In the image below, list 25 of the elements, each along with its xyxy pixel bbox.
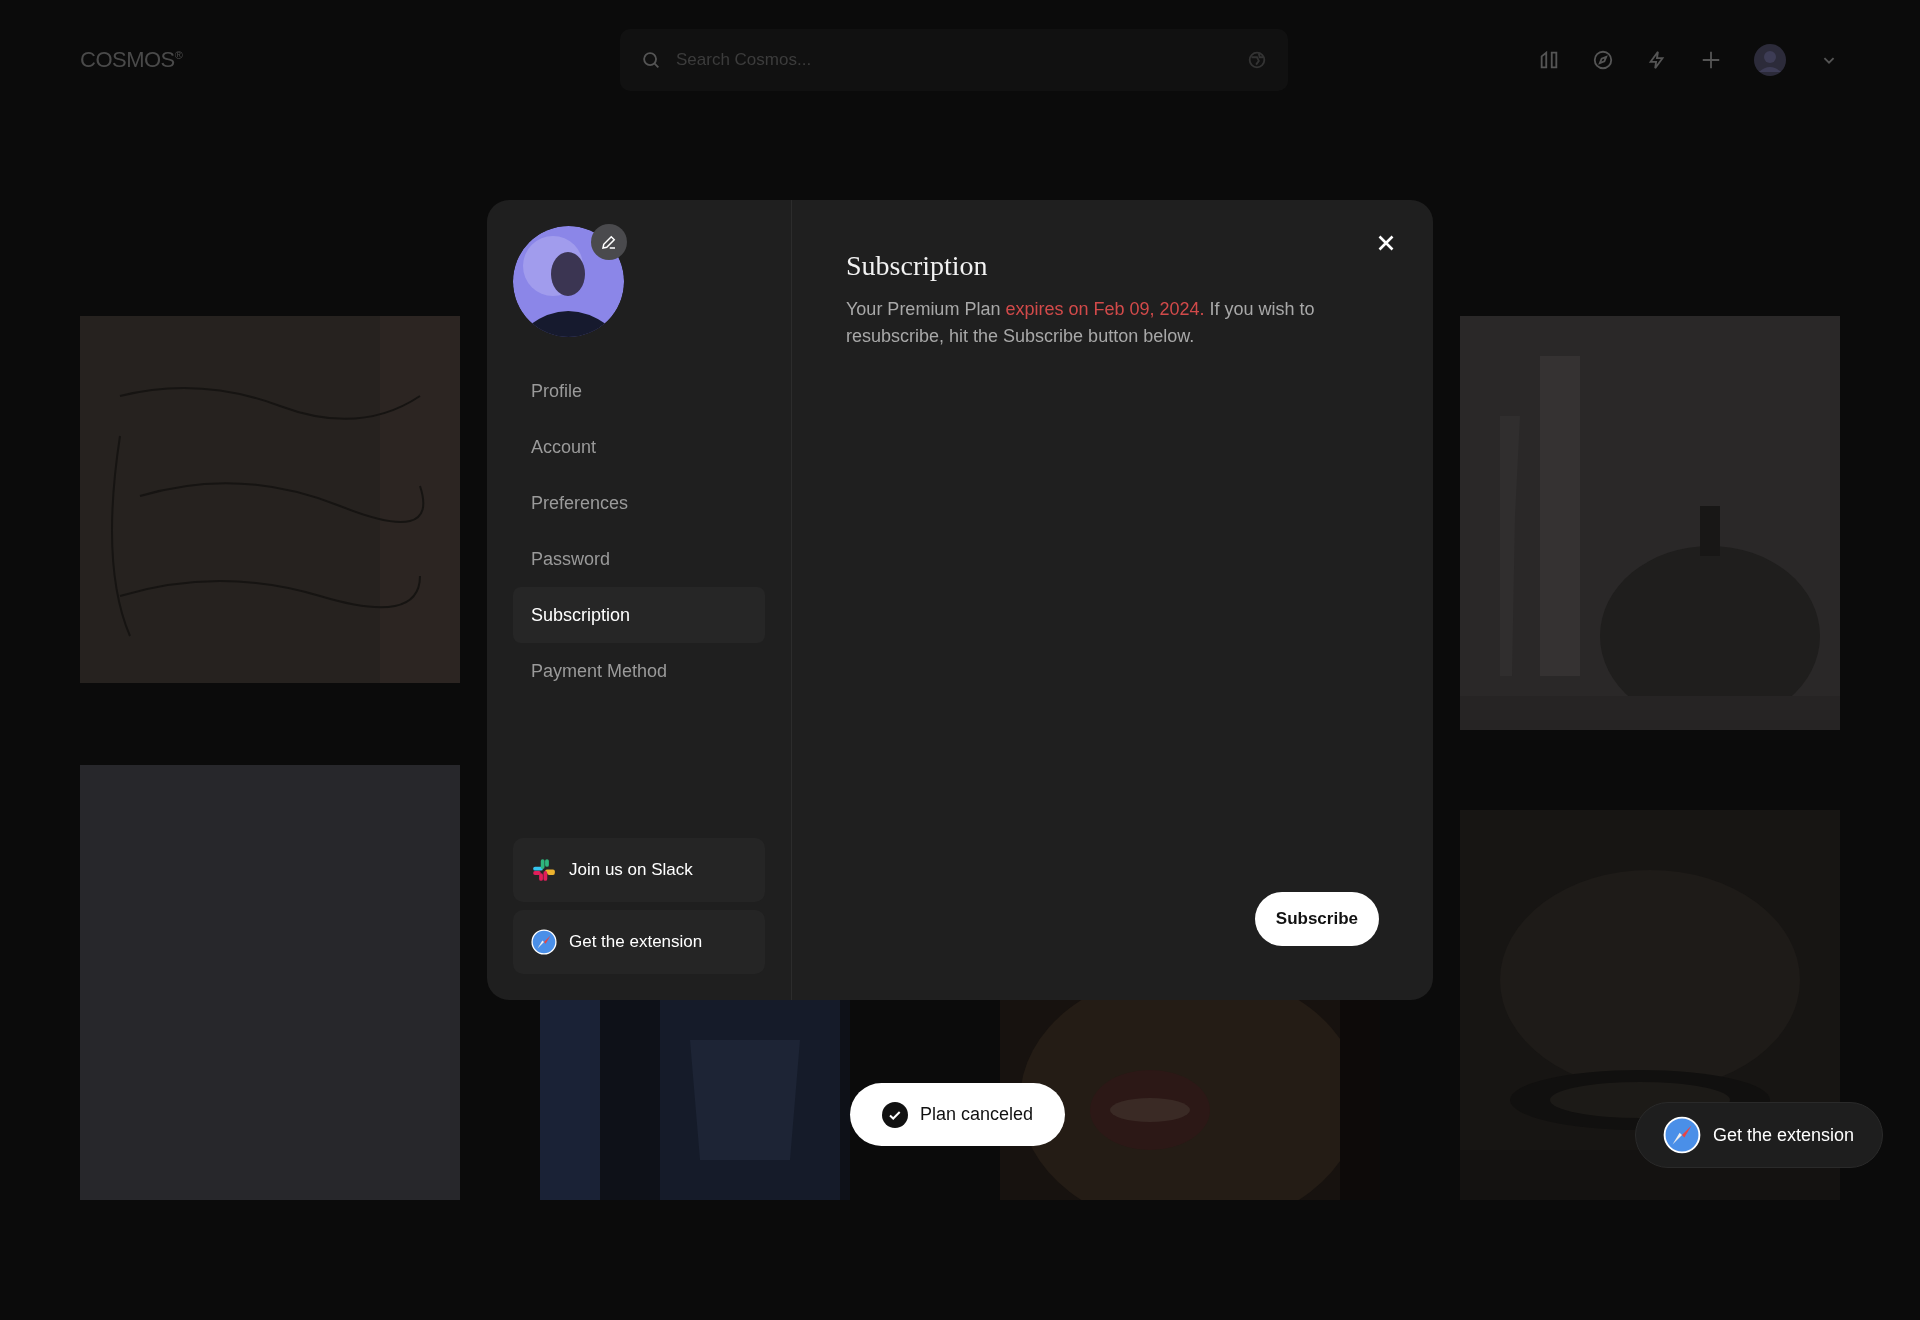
nav-item[interactable]: Payment Method xyxy=(513,643,765,699)
slack-icon xyxy=(531,857,557,883)
plus-icon[interactable] xyxy=(1700,49,1722,71)
subscribe-button[interactable]: Subscribe xyxy=(1254,892,1379,946)
nav-item[interactable]: Profile xyxy=(513,363,765,419)
pencil-icon xyxy=(600,233,618,251)
nav-item[interactable]: Password xyxy=(513,531,765,587)
toast-text: Plan canceled xyxy=(920,1104,1034,1125)
slack-link[interactable]: Join us on Slack xyxy=(513,838,765,902)
nav-item[interactable]: Subscription xyxy=(513,587,765,643)
avatar[interactable] xyxy=(1754,44,1786,76)
dialog-title: Subscription xyxy=(846,250,989,282)
compass-icon xyxy=(531,929,557,955)
globe-icon[interactable] xyxy=(1246,49,1268,71)
search-icon xyxy=(640,49,662,71)
extension-button[interactable]: Get the extension xyxy=(1635,1102,1884,1168)
columns-icon[interactable] xyxy=(1538,49,1560,71)
nav-item[interactable]: Account xyxy=(513,419,765,475)
nav-item[interactable]: Preferences xyxy=(513,475,765,531)
check-icon xyxy=(882,1101,908,1128)
subscription-message: Your Premium Plan expires on Feb 09, 2024. If you wish to resubscribe, hit the Subscribe button below. xyxy=(846,298,1316,348)
edit-button[interactable] xyxy=(591,224,627,260)
compass-icon xyxy=(1663,1116,1701,1154)
extension-link[interactable]: Get the extension xyxy=(513,910,765,974)
compass-icon[interactable] xyxy=(1592,49,1614,71)
